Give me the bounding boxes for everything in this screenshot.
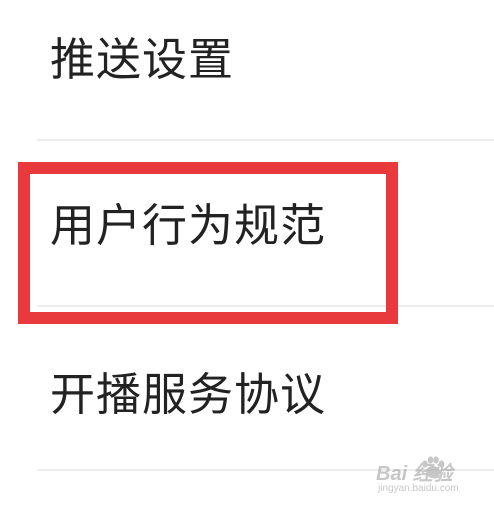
menu-item-label: 用户行为规范 <box>50 199 327 252</box>
baidu-jingyan-watermark: Bai 经验 jingyan.baidu.com <box>368 453 486 501</box>
settings-list: 推送设置 用户行为规范 开播服务协议 <box>0 0 494 505</box>
paw-icon <box>422 456 445 478</box>
menu-item-label: 开播服务协议 <box>50 368 327 421</box>
watermark-url: jingyan.baidu.com <box>378 483 459 494</box>
menu-item-user-conduct-rules[interactable]: 用户行为规范 <box>0 141 494 305</box>
menu-item-broadcast-agreement[interactable]: 开播服务协议 <box>0 307 494 471</box>
menu-item-label: 推送设置 <box>50 33 235 86</box>
menu-item-push-settings[interactable]: 推送设置 <box>0 0 494 138</box>
